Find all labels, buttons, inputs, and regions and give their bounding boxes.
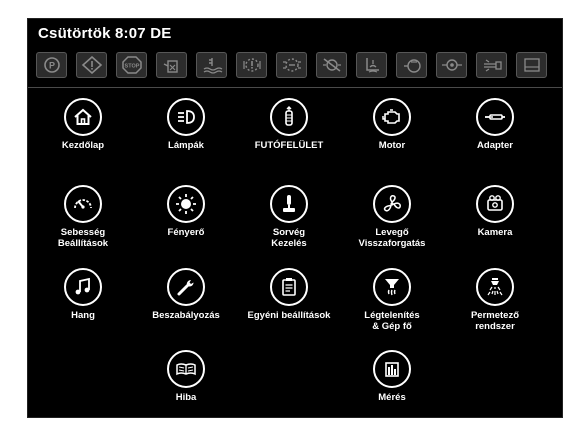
menu-item-air-recirculation[interactable]: Levegő Visszaforgatás (342, 185, 442, 265)
menu-label: Lámpák (168, 140, 204, 151)
parking-brake-icon: P (36, 52, 67, 78)
clipboard-icon (270, 268, 308, 306)
menu-label: Permetező rendszer (470, 310, 520, 332)
menu-label: Sorvég Kezelés (271, 227, 307, 249)
menu-item-home[interactable]: Kezdőlap (33, 98, 133, 178)
menu-item-adapter[interactable]: Adapter (445, 98, 545, 178)
menu-item-sprayer[interactable]: Permetező rendszer (445, 268, 545, 348)
def-level-icon (356, 52, 387, 78)
speedometer-icon (64, 185, 102, 223)
header-divider (28, 87, 562, 88)
transmission-fault-icon (276, 52, 307, 78)
tread-icon (270, 98, 308, 136)
svg-text:P: P (48, 61, 54, 71)
pointer-arrow (420, 366, 544, 378)
menu-item-sound[interactable]: Hang (33, 268, 133, 348)
headlight-icon (167, 98, 205, 136)
menu-item-measurement[interactable]: Mérés (342, 350, 442, 430)
joystick-icon (270, 185, 308, 223)
display-screen: Csütörtök 8:07 DE P STOP Kezdőlap Lámpák… (27, 18, 563, 418)
music-note-icon (64, 268, 102, 306)
menu-label: Egyéni beállítások (247, 310, 331, 321)
hydraulic-oil-icon (156, 52, 187, 78)
menu-label: Levegő Visszaforgatás (358, 227, 426, 249)
brightness-icon (167, 185, 205, 223)
stop-icon: STOP (116, 52, 147, 78)
menu-label: Kamera (477, 227, 513, 238)
menu-item-speed-settings[interactable]: Sebesség Beállítások (33, 185, 133, 265)
home-icon (64, 98, 102, 136)
menu-label: Hang (71, 310, 95, 321)
menu-label: Beszabályozás (152, 310, 220, 321)
warning-lamp-bar: P STOP (36, 52, 556, 80)
menu-item-adjustment[interactable]: Beszabályozás (136, 268, 236, 348)
camera-icon (476, 185, 514, 223)
menu-label: Fényerő (167, 227, 205, 238)
menu-item-error[interactable]: Hiba (136, 350, 236, 430)
engine-icon (373, 98, 411, 136)
fan-icon (373, 185, 411, 223)
air-filter-icon (396, 52, 427, 78)
engine-coolant-icon (196, 52, 227, 78)
menu-label: Motor (378, 140, 406, 151)
sprayer-icon (476, 268, 514, 306)
menu-item-row-control[interactable]: Sorvég Kezelés (239, 185, 339, 265)
menu-label: FUTÓFELÜLET (254, 140, 324, 151)
hydraulic-fault-icon (316, 52, 347, 78)
transmission-warning-icon (236, 52, 267, 78)
menu-item-engine[interactable]: Motor (342, 98, 442, 178)
menu-item-ventilation[interactable]: Légtelenítés & Gép fő (342, 268, 442, 348)
menu-label: Sebesség Beállítások (57, 227, 109, 249)
menu-label: Adapter (477, 140, 513, 151)
warning-icon (76, 52, 107, 78)
menu-label: Kezdőlap (61, 140, 105, 151)
svg-text:STOP: STOP (124, 64, 139, 70)
menu-label: Légtelenítés & Gép fő (364, 310, 420, 332)
menu-item-custom-settings[interactable]: Egyéni beállítások (239, 268, 339, 348)
vent-funnel-icon (373, 268, 411, 306)
ceiling-panel-icon (516, 52, 547, 78)
wrench-icon (167, 268, 205, 306)
adapter-icon (476, 98, 514, 136)
menu-label: Hiba (175, 392, 197, 403)
book-icon (167, 350, 205, 388)
menu-item-lights[interactable]: Lámpák (136, 98, 236, 178)
menu-label: Mérés (378, 392, 406, 403)
cleaner-icon (476, 52, 507, 78)
bar-chart-icon (373, 350, 411, 388)
menu-item-tread[interactable]: FUTÓFELÜLET (239, 98, 339, 178)
clock-label: Csütörtök 8:07 DE (38, 25, 172, 42)
menu-item-brightness[interactable]: Fényerő (136, 185, 236, 265)
oil-pressure-icon (436, 52, 467, 78)
menu-item-camera[interactable]: Kamera (445, 185, 545, 265)
